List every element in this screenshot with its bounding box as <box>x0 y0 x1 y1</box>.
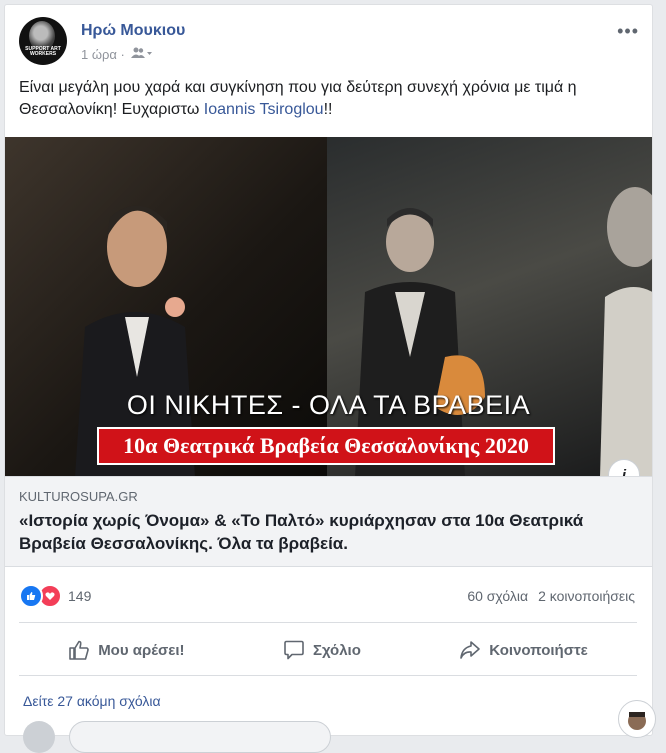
post-meta: 1 ώρα · <box>81 47 153 62</box>
post-text: Είναι μεγάλη μου χαρά και συγκίνηση που … <box>19 77 639 121</box>
image-banner: 10α Θεατρικά Βραβεία Θεσσαλονίκης 2020 <box>97 427 555 465</box>
link-title[interactable]: «Ιστορία χωρίς Όνομα» & «Το Παλτό» κυριά… <box>19 509 629 555</box>
comment-input[interactable] <box>69 721 331 753</box>
reactions-count[interactable]: 149 <box>68 588 91 604</box>
more-options-icon[interactable]: ••• <box>617 21 639 42</box>
shares-count[interactable]: 2 κοινοποιήσεις <box>538 588 635 604</box>
post-text-end: !! <box>323 101 333 118</box>
post-header: SUPPORT ART WORKERS Ηρώ Μουκιου 1 ώρα · … <box>19 17 639 67</box>
post-card: SUPPORT ART WORKERS Ηρώ Μουκιου 1 ώρα · … <box>4 4 653 753</box>
reactions-summary: 149 60 σχόλια 2 κοινοποιήσεις <box>19 583 635 609</box>
comments-count[interactable]: 60 σχόλια <box>467 588 528 604</box>
divider-top <box>19 622 637 623</box>
comment-bubble-icon <box>284 640 304 660</box>
view-more-comments-link[interactable]: Δείτε 27 ακόμη σχόλια <box>23 693 161 709</box>
like-thumb-icon <box>69 640 90 660</box>
divider-bottom <box>19 675 637 676</box>
author-name[interactable]: Ηρώ Μουκιου <box>81 22 185 40</box>
link-preview-meta[interactable]: KULTUROSUPA.GR «Ιστορία χωρίς Όνομα» & «… <box>5 476 652 567</box>
avatar-badge: SUPPORT ART WORKERS <box>25 46 61 57</box>
commenter-avatar <box>23 721 55 753</box>
audience-friends-icon[interactable] <box>130 47 153 62</box>
link-domain: KULTUROSUPA.GR <box>19 489 138 504</box>
share-arrow-icon <box>460 641 481 659</box>
share-button[interactable]: Κοινοποιήστε <box>459 640 588 660</box>
like-button[interactable]: Μου αρέσει! <box>68 640 185 660</box>
chat-head-face-icon <box>628 712 646 730</box>
share-label: Κοινοποιήστε <box>489 641 588 659</box>
chat-head-avatar[interactable] <box>618 700 656 738</box>
link-preview-image[interactable]: ΟΙ ΝΙΚΗΤΕΣ - ΟΛΑ ΤΑ ΒΡΑΒΕΙΑ 10α Θεατρικά… <box>5 137 652 476</box>
author-avatar[interactable]: SUPPORT ART WORKERS <box>19 17 67 65</box>
comment-button[interactable]: Σχόλιο <box>283 640 361 660</box>
actor-figure-right <box>600 187 652 476</box>
mention-link[interactable]: Ioannis Tsiroglou <box>204 101 324 118</box>
post-time[interactable]: 1 ώρα · <box>81 47 125 62</box>
like-reaction-icon <box>19 584 43 608</box>
image-headline: ΟΙ ΝΙΚΗΤΕΣ - ΟΛΑ ΤΑ ΒΡΑΒΕΙΑ <box>126 390 531 420</box>
like-label: Μου αρέσει! <box>98 641 185 659</box>
reaction-icons[interactable] <box>19 584 62 608</box>
action-bar: Μου αρέσει! Σχόλιο Κοινοποιήστε <box>19 627 637 673</box>
comment-label: Σχόλιο <box>312 641 361 659</box>
